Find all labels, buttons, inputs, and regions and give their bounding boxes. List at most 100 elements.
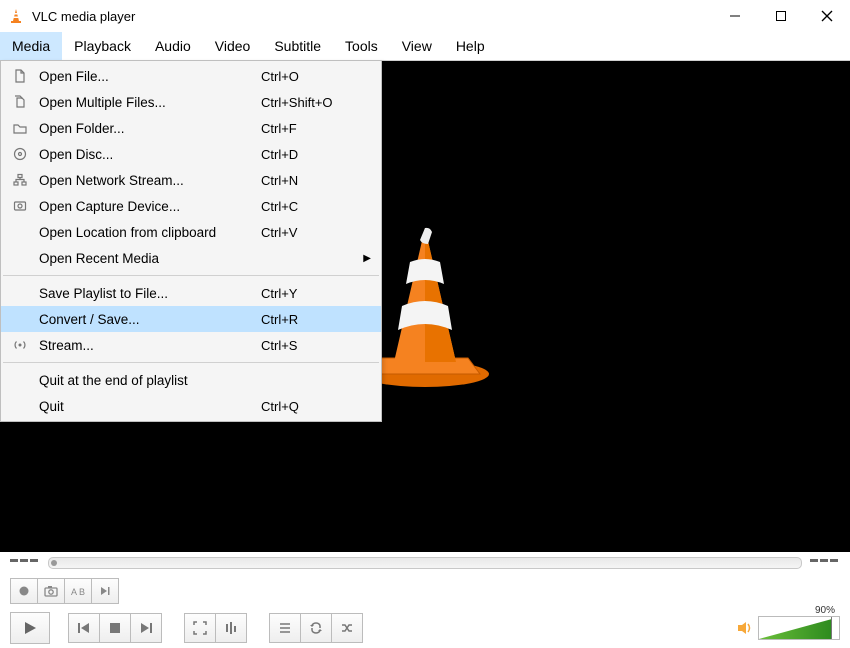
menu-item-shortcut: Ctrl+Y xyxy=(261,286,361,301)
volume-slider[interactable]: 90% xyxy=(758,616,840,640)
menu-item-stream[interactable]: Stream...Ctrl+S xyxy=(1,332,381,358)
menu-audio[interactable]: Audio xyxy=(143,32,203,60)
close-icon xyxy=(820,9,834,23)
menu-item-quit-at-the-end-of-playlist[interactable]: Quit at the end of playlist xyxy=(1,367,381,393)
time-elapsed xyxy=(10,559,40,567)
menu-item-shortcut: Ctrl+D xyxy=(261,147,361,162)
equalizer-icon xyxy=(224,621,238,635)
menu-item-open-network-stream[interactable]: Open Network Stream...Ctrl+N xyxy=(1,167,381,193)
menu-separator xyxy=(3,362,379,363)
fullscreen-button[interactable] xyxy=(184,613,216,643)
blank-icon xyxy=(11,284,29,302)
file-icon xyxy=(11,67,29,85)
menu-item-label: Open Location from clipboard xyxy=(39,225,261,240)
menu-view[interactable]: View xyxy=(390,32,444,60)
menu-item-label: Open Capture Device... xyxy=(39,199,261,214)
playlist-button[interactable] xyxy=(269,613,301,643)
atob-icon: AB xyxy=(71,585,85,597)
capture-icon xyxy=(11,197,29,215)
control-row-primary: 90% xyxy=(0,608,850,648)
menu-item-open-folder[interactable]: Open Folder...Ctrl+F xyxy=(1,115,381,141)
title-bar: VLC media player xyxy=(0,0,850,32)
shuffle-button[interactable] xyxy=(332,613,363,643)
frame-step-icon xyxy=(99,585,111,597)
window-controls xyxy=(712,0,850,32)
files-icon xyxy=(11,93,29,111)
folder-icon xyxy=(11,119,29,137)
menu-item-shortcut: Ctrl+Q xyxy=(261,399,361,414)
snapshot-button[interactable] xyxy=(38,578,65,604)
menu-item-label: Open File... xyxy=(39,69,261,84)
menu-item-label: Open Folder... xyxy=(39,121,261,136)
play-button[interactable] xyxy=(10,612,50,644)
speaker-icon[interactable] xyxy=(736,620,754,636)
stream-icon xyxy=(11,336,29,354)
volume-control: 90% xyxy=(736,616,840,640)
loop-button[interactable] xyxy=(301,613,332,643)
previous-button[interactable] xyxy=(68,613,100,643)
seek-bar-row xyxy=(0,552,850,574)
menu-playback[interactable]: Playback xyxy=(62,32,143,60)
menu-item-label: Save Playlist to File... xyxy=(39,286,261,301)
maximize-icon xyxy=(775,10,787,22)
disc-icon xyxy=(11,145,29,163)
loop-icon xyxy=(309,621,323,635)
extended-settings-button[interactable] xyxy=(216,613,247,643)
menu-item-label: Quit xyxy=(39,399,261,414)
menu-item-open-disc[interactable]: Open Disc...Ctrl+D xyxy=(1,141,381,167)
menu-item-shortcut: Ctrl+N xyxy=(261,173,361,188)
menu-item-label: Quit at the end of playlist xyxy=(39,373,261,388)
menu-item-shortcut: Ctrl+C xyxy=(261,199,361,214)
playlist-icon xyxy=(278,621,292,635)
frame-step-button[interactable] xyxy=(92,578,119,604)
control-row-secondary: AB xyxy=(0,574,850,608)
window-title: VLC media player xyxy=(32,9,135,24)
menu-item-open-location-from-clipboard[interactable]: Open Location from clipboardCtrl+V xyxy=(1,219,381,245)
record-button[interactable] xyxy=(10,578,38,604)
menu-item-label: Open Network Stream... xyxy=(39,173,261,188)
menu-item-label: Open Recent Media xyxy=(39,251,261,266)
next-button[interactable] xyxy=(131,613,162,643)
svg-text:B: B xyxy=(79,587,85,597)
menu-video[interactable]: Video xyxy=(203,32,263,60)
menu-media[interactable]: Media xyxy=(0,32,62,60)
maximize-button[interactable] xyxy=(758,0,804,32)
menu-item-convert-save[interactable]: Convert / Save...Ctrl+R xyxy=(1,306,381,332)
menu-item-quit[interactable]: QuitCtrl+Q xyxy=(1,393,381,419)
menu-item-open-recent-media[interactable]: Open Recent Media▶ xyxy=(1,245,381,271)
menu-item-open-capture-device[interactable]: Open Capture Device...Ctrl+C xyxy=(1,193,381,219)
menu-subtitle[interactable]: Subtitle xyxy=(262,32,333,60)
menu-item-shortcut: Ctrl+Shift+O xyxy=(261,95,361,110)
menu-separator xyxy=(3,275,379,276)
menu-item-save-playlist-to-file[interactable]: Save Playlist to File...Ctrl+Y xyxy=(1,280,381,306)
menu-bar: MediaPlaybackAudioVideoSubtitleToolsView… xyxy=(0,32,850,61)
menu-item-label: Stream... xyxy=(39,338,261,353)
menu-item-open-file[interactable]: Open File...Ctrl+O xyxy=(1,63,381,89)
stop-icon xyxy=(109,622,121,634)
record-icon xyxy=(18,585,30,597)
minimize-button[interactable] xyxy=(712,0,758,32)
menu-item-shortcut: Ctrl+S xyxy=(261,338,361,353)
menu-tools[interactable]: Tools xyxy=(333,32,390,60)
menu-item-shortcut: Ctrl+R xyxy=(261,312,361,327)
menu-item-shortcut: Ctrl+V xyxy=(261,225,361,240)
seek-slider[interactable] xyxy=(48,557,802,569)
minimize-icon xyxy=(729,10,741,22)
blank-icon xyxy=(11,249,29,267)
blank-icon xyxy=(11,310,29,328)
menu-item-open-multiple-files[interactable]: Open Multiple Files...Ctrl+Shift+O xyxy=(1,89,381,115)
time-total xyxy=(810,559,840,567)
play-icon xyxy=(22,620,38,636)
app-cone-icon xyxy=(8,8,24,24)
skip-forward-icon xyxy=(139,621,153,635)
app-window: VLC media player MediaPlaybackAudioVideo… xyxy=(0,0,850,648)
svg-text:A: A xyxy=(71,587,77,597)
menu-item-shortcut: Ctrl+F xyxy=(261,121,361,136)
menu-item-label: Open Disc... xyxy=(39,147,261,162)
atob-loop-button[interactable]: AB xyxy=(65,578,92,604)
stop-button[interactable] xyxy=(100,613,131,643)
media-menu-dropdown: Open File...Ctrl+OOpen Multiple Files...… xyxy=(0,60,382,422)
menu-help[interactable]: Help xyxy=(444,32,497,60)
blank-icon xyxy=(11,397,29,415)
close-button[interactable] xyxy=(804,0,850,32)
